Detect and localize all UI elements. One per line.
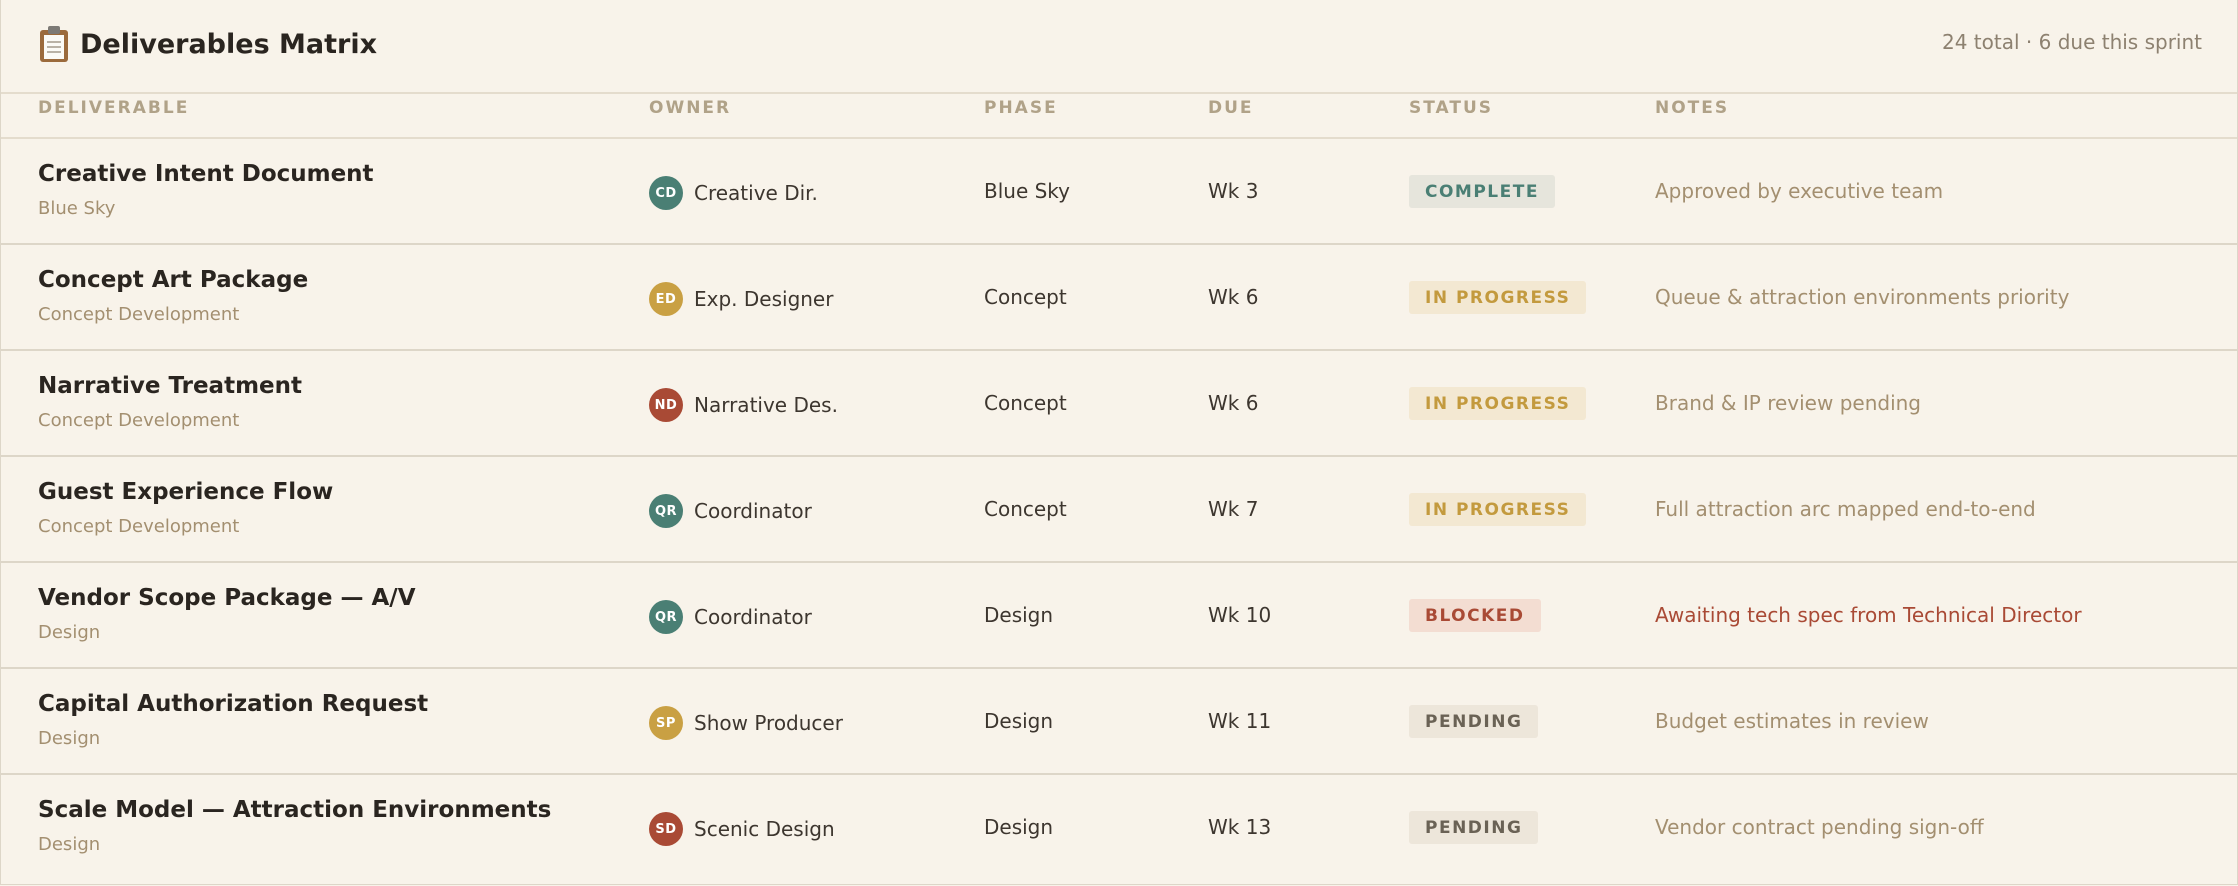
column-header-deliverable[interactable]: DELIVERABLE <box>38 98 189 118</box>
deliverable-subphase: Concept Development <box>38 304 240 325</box>
owner-cell[interactable]: SD Scenic Design <box>649 812 835 846</box>
due-cell: Wk 7 <box>1208 497 1259 521</box>
table-header: DELIVERABLE OWNER PHASE DUE STATUS NOTES <box>1 94 2237 139</box>
deliverable-subphase: Concept Development <box>38 410 240 431</box>
deliverable-name[interactable]: Narrative Treatment <box>38 373 302 399</box>
deliverable-name[interactable]: Guest Experience Flow <box>38 479 333 505</box>
deliverable-subphase: Blue Sky <box>38 198 116 219</box>
table-row[interactable]: Scale Model — Attraction Environments De… <box>1 775 2237 881</box>
deliverable-name[interactable]: Capital Authorization Request <box>38 691 428 717</box>
table-row[interactable]: Narrative Treatment Concept Development … <box>1 351 2237 457</box>
avatar: QR <box>649 494 683 528</box>
owner-cell[interactable]: CD Creative Dir. <box>649 176 818 210</box>
status-badge[interactable]: IN PROGRESS <box>1409 281 1587 314</box>
avatar: QR <box>649 600 683 634</box>
notes-cell: Budget estimates in review <box>1655 709 1929 733</box>
owner-cell[interactable]: QR Coordinator <box>649 600 812 634</box>
deliverables-panel: Deliverables Matrix 24 total · 6 due thi… <box>0 0 2238 885</box>
due-cell: Wk 11 <box>1208 709 1272 733</box>
notes-cell: Approved by executive team <box>1655 179 1944 203</box>
due-cell: Wk 13 <box>1208 815 1272 839</box>
status-badge[interactable]: COMPLETE <box>1409 175 1555 208</box>
deliverable-subphase: Design <box>38 834 101 855</box>
deliverable-name[interactable]: Concept Art Package <box>38 267 308 293</box>
panel-header: Deliverables Matrix 24 total · 6 due thi… <box>1 0 2237 94</box>
owner-name: Coordinator <box>694 499 812 523</box>
due-cell: Wk 10 <box>1208 603 1272 627</box>
deliverable-subphase: Concept Development <box>38 516 240 537</box>
owner-cell[interactable]: ND Narrative Des. <box>649 388 838 422</box>
notes-cell: Full attraction arc mapped end-to-end <box>1655 497 2036 521</box>
status-badge[interactable]: IN PROGRESS <box>1409 493 1587 526</box>
owner-name: Coordinator <box>694 605 812 629</box>
avatar: ED <box>649 282 683 316</box>
page-title: Deliverables Matrix <box>80 28 378 60</box>
owner-cell[interactable]: ED Exp. Designer <box>649 282 833 316</box>
table-row[interactable]: Capital Authorization Request Design SP … <box>1 669 2237 775</box>
avatar: CD <box>649 176 683 210</box>
deliverable-subphase: Design <box>38 728 101 749</box>
summary-text: 24 total · 6 due this sprint <box>1942 30 2202 54</box>
phase-cell: Design <box>984 603 1054 627</box>
due-cell: Wk 6 <box>1208 391 1259 415</box>
notes-cell: Awaiting tech spec from Technical Direct… <box>1655 603 2082 627</box>
due-cell: Wk 6 <box>1208 285 1259 309</box>
column-header-notes[interactable]: NOTES <box>1655 98 1729 118</box>
status-badge[interactable]: PENDING <box>1409 811 1539 844</box>
column-header-due[interactable]: DUE <box>1208 98 1254 118</box>
column-header-phase[interactable]: PHASE <box>984 98 1058 118</box>
avatar: ND <box>649 388 683 422</box>
deliverable-subphase: Design <box>38 622 101 643</box>
owner-cell[interactable]: QR Coordinator <box>649 494 812 528</box>
avatar: SD <box>649 812 683 846</box>
owner-name: Show Producer <box>694 711 843 735</box>
deliverable-name[interactable]: Creative Intent Document <box>38 161 374 187</box>
column-header-owner[interactable]: OWNER <box>649 98 731 118</box>
due-cell: Wk 3 <box>1208 179 1259 203</box>
phase-cell: Blue Sky <box>984 179 1071 203</box>
owner-name: Exp. Designer <box>694 287 834 311</box>
table-row[interactable]: Vendor Scope Package — A/V Design QR Coo… <box>1 563 2237 669</box>
title-group: Deliverables Matrix <box>38 26 377 62</box>
phase-cell: Concept <box>984 391 1067 415</box>
avatar: SP <box>649 706 683 740</box>
owner-name: Creative Dir. <box>694 181 818 205</box>
deliverable-name[interactable]: Vendor Scope Package — A/V <box>38 585 416 611</box>
owner-name: Narrative Des. <box>694 393 838 417</box>
table-body: Creative Intent Document Blue Sky CD Cre… <box>1 139 2237 881</box>
status-badge[interactable]: BLOCKED <box>1409 599 1541 632</box>
status-badge[interactable]: PENDING <box>1409 705 1539 738</box>
clipboard-icon <box>38 26 70 62</box>
column-header-status[interactable]: STATUS <box>1409 98 1493 118</box>
table-row[interactable]: Concept Art Package Concept Development … <box>1 245 2237 351</box>
deliverable-name[interactable]: Scale Model — Attraction Environments <box>38 797 551 823</box>
notes-cell: Brand & IP review pending <box>1655 391 1921 415</box>
table-row[interactable]: Creative Intent Document Blue Sky CD Cre… <box>1 139 2237 245</box>
phase-cell: Concept <box>984 497 1067 521</box>
status-badge[interactable]: IN PROGRESS <box>1409 387 1587 420</box>
owner-cell[interactable]: SP Show Producer <box>649 706 843 740</box>
table-row[interactable]: Guest Experience Flow Concept Developmen… <box>1 457 2237 563</box>
phase-cell: Design <box>984 709 1054 733</box>
phase-cell: Design <box>984 815 1054 839</box>
phase-cell: Concept <box>984 285 1067 309</box>
owner-name: Scenic Design <box>694 817 835 841</box>
notes-cell: Vendor contract pending sign-off <box>1655 815 1984 839</box>
notes-cell: Queue & attraction environments priority <box>1655 285 2070 309</box>
